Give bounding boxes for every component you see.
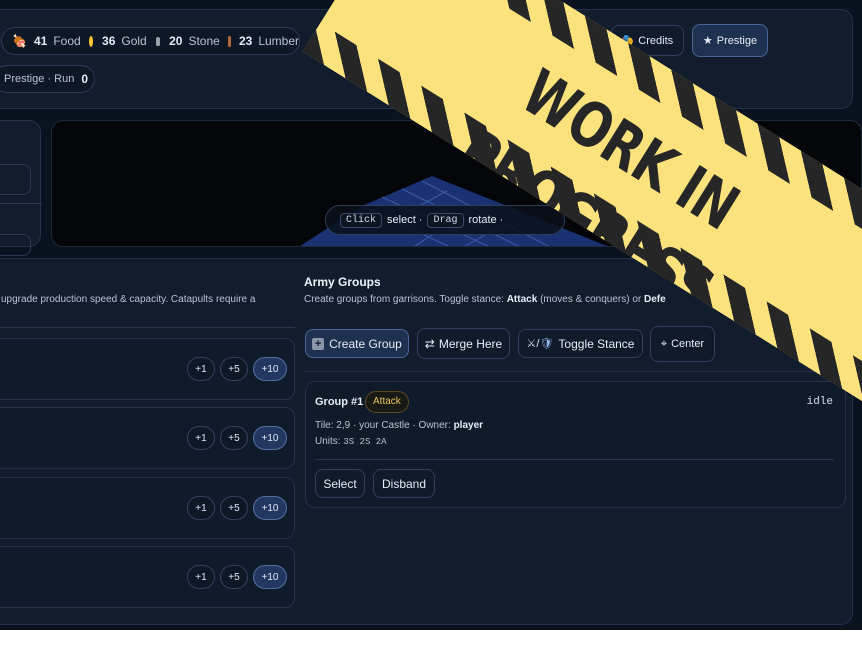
food-value: 41 — [33, 34, 48, 48]
add-5-button[interactable]: +5 — [220, 426, 248, 450]
left-panel-field — [0, 164, 31, 195]
group-state: idle — [806, 396, 833, 408]
group-card: Group #1 Attack idle Tile: 2,9 · your Ca… — [305, 381, 846, 508]
meat-icon: 🍖 — [12, 34, 27, 48]
center-button[interactable]: ⌖ Center — [650, 326, 715, 362]
controls-hint: Click select · Drag rotate · — [325, 205, 565, 235]
coin-icon — [88, 35, 94, 47]
card-divider — [315, 459, 834, 460]
left-panel-field-2 — [0, 234, 31, 256]
add-1-button[interactable]: +1 — [187, 357, 215, 381]
credits-label: Credits — [638, 34, 674, 47]
add-10-button[interactable]: +10 — [253, 357, 287, 381]
run-label: Prestige · Run — [4, 73, 75, 85]
add-10-button[interactable]: +10 — [253, 426, 287, 450]
plus-icon: + — [312, 337, 325, 350]
click-key: Click — [340, 212, 383, 228]
group-units: Units: 3S 2S 2A — [315, 436, 387, 447]
subtitle-attack: Attack — [506, 294, 538, 305]
production-row-2: +1 +5 +10 — [0, 407, 295, 469]
center-label: Center — [671, 338, 705, 350]
group-location: Tile: 2,9 · your Castle · Owner: player — [315, 420, 483, 431]
rotate-hint: rotate · — [468, 214, 504, 226]
production-divider — [0, 327, 295, 328]
left-panel-divider — [0, 203, 42, 204]
toggle-stance-label: Toggle Stance — [558, 336, 635, 351]
star-icon: ★ — [702, 35, 713, 47]
add-5-button[interactable]: +5 — [220, 565, 248, 589]
merge-here-button[interactable]: ⇄ Merge Here — [417, 328, 510, 359]
stone-label: Stone — [188, 34, 220, 48]
disband-group-button[interactable]: Disband — [373, 469, 435, 498]
tile-text: Tile: 2,9 · your Castle · Owner: — [315, 420, 451, 431]
group-name: Group #1 — [315, 396, 364, 408]
add-10-button[interactable]: +10 — [253, 496, 287, 520]
add-5-button[interactable]: +5 — [220, 357, 248, 381]
production-description: upgrade production speed & capacity. Cat… — [1, 294, 256, 305]
stance-badge: Attack — [365, 391, 409, 413]
prestige-button[interactable]: ★ Prestige — [692, 24, 768, 57]
create-group-label: Create Group — [329, 336, 402, 351]
gold-value: 36 — [102, 34, 116, 48]
run-value: 0 — [81, 72, 88, 86]
lumber-label: Lumber — [258, 34, 299, 48]
drag-key: Drag — [427, 212, 464, 228]
gold-label: Gold — [121, 34, 147, 48]
army-divider — [304, 371, 834, 372]
production-row-4: +1 +5 +10 — [0, 546, 295, 608]
production-row-3: +1 +5 +10 — [0, 477, 295, 539]
select-hint: select · — [387, 214, 423, 226]
subtitle-mid: (moves & conquers) or — [540, 294, 642, 305]
rock-icon — [155, 36, 161, 46]
create-group-button[interactable]: + Create Group — [305, 329, 409, 358]
production-row-1: +1 +5 +10 — [0, 338, 295, 400]
add-1-button[interactable]: +1 — [187, 565, 215, 589]
prestige-label: Prestige — [716, 34, 758, 47]
add-5-button[interactable]: +5 — [220, 496, 248, 520]
subtitle-pre: Create groups from garrisons. Toggle sta… — [304, 294, 504, 305]
subtitle-defend: Defe — [644, 294, 666, 305]
run-counter: Prestige · Run 0 — [0, 65, 95, 93]
merge-here-label: Merge Here — [438, 336, 503, 351]
select-group-button[interactable]: Select — [315, 469, 365, 498]
lumber-value: 23 — [238, 34, 253, 48]
army-subtitle: Create groups from garrisons. Toggle sta… — [304, 294, 666, 305]
add-1-button[interactable]: +1 — [187, 496, 215, 520]
food-label: Food — [53, 34, 81, 48]
army-title: Army Groups — [304, 275, 381, 289]
owner-name: player — [453, 420, 484, 431]
resource-bar: 🍖 41 Food 36 Gold 20 Stone 23 Lumber — [1, 27, 300, 55]
units-label: Units: — [315, 436, 341, 447]
swords-shield-icon: ⚔/🛡 — [526, 338, 554, 350]
add-1-button[interactable]: +1 — [187, 426, 215, 450]
left-info-panel — [0, 120, 42, 256]
toggle-stance-button[interactable]: ⚔/🛡 Toggle Stance — [518, 329, 643, 358]
swap-icon: ⇄ — [424, 336, 435, 351]
log-icon — [227, 35, 231, 47]
target-icon: ⌖ — [660, 337, 668, 350]
add-10-button[interactable]: +10 — [253, 565, 287, 589]
units-value: 3S 2S 2A — [343, 437, 387, 447]
stone-value: 20 — [169, 34, 183, 48]
